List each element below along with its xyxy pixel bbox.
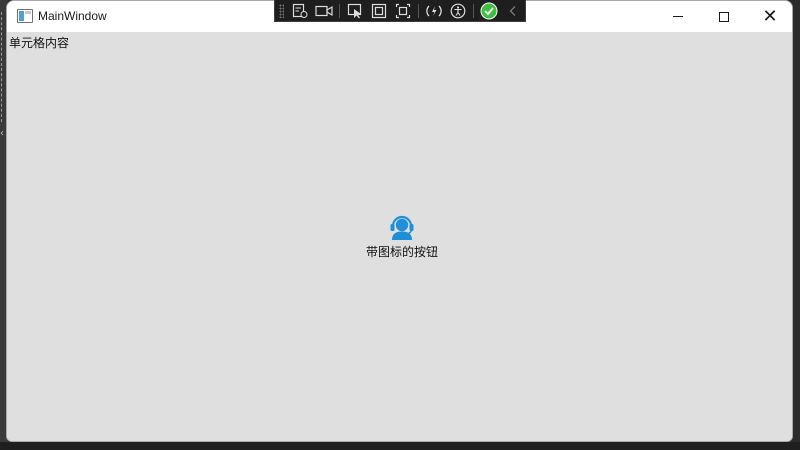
maximize-icon xyxy=(719,11,729,22)
close-icon: ✕ xyxy=(762,5,778,27)
display-layout-adorners-icon xyxy=(372,3,387,18)
binding-status-icon xyxy=(480,2,498,19)
track-focus-button[interactable] xyxy=(393,1,413,21)
hot-reload-icon xyxy=(426,5,442,16)
track-focus-icon xyxy=(396,3,411,18)
minimize-button[interactable] xyxy=(655,1,701,32)
record-button[interactable] xyxy=(314,1,334,21)
collapse-toolbar-button[interactable] xyxy=(503,1,523,21)
live-visual-tree-button[interactable] xyxy=(290,1,310,21)
cell-content-text: 单元格内容 xyxy=(9,36,70,50)
desktop-dashed-line xyxy=(1,12,3,122)
window-content: 单元格内容 带图标的按钮 xyxy=(7,32,792,441)
display-adorners-button[interactable] xyxy=(369,1,389,21)
app-window-icon xyxy=(17,9,33,23)
customer-service-headset-icon xyxy=(390,215,414,240)
accessibility-icon xyxy=(450,3,466,18)
binding-status-button[interactable] xyxy=(479,1,499,21)
select-element-icon xyxy=(348,3,362,18)
main-window: MainWindow ✕ 单元格内容 带图标的按钮 xyxy=(6,0,793,442)
minimize-icon xyxy=(673,16,683,17)
icon-button[interactable]: 带图标的按钮 xyxy=(357,212,447,262)
icon-button-label: 带图标的按钮 xyxy=(365,245,438,259)
live-visual-tree-icon xyxy=(293,3,308,18)
xaml-debug-toolbar xyxy=(274,0,526,22)
record-icon xyxy=(315,5,334,16)
hot-reload-button[interactable] xyxy=(424,1,444,21)
desktop-bottom-edge xyxy=(0,442,800,450)
window-title: MainWindow xyxy=(38,9,107,23)
toolbar-separator xyxy=(418,3,420,18)
toolbar-grip[interactable] xyxy=(279,3,285,18)
select-element-button[interactable] xyxy=(345,1,365,21)
collapse-icon xyxy=(509,5,516,16)
toolbar-separator xyxy=(473,3,475,18)
desktop-chevron-icon: ‹ xyxy=(0,128,4,139)
accessibility-button[interactable] xyxy=(448,1,468,21)
close-button[interactable]: ✕ xyxy=(747,1,792,32)
maximize-button[interactable] xyxy=(701,1,747,32)
toolbar-separator xyxy=(339,3,341,18)
